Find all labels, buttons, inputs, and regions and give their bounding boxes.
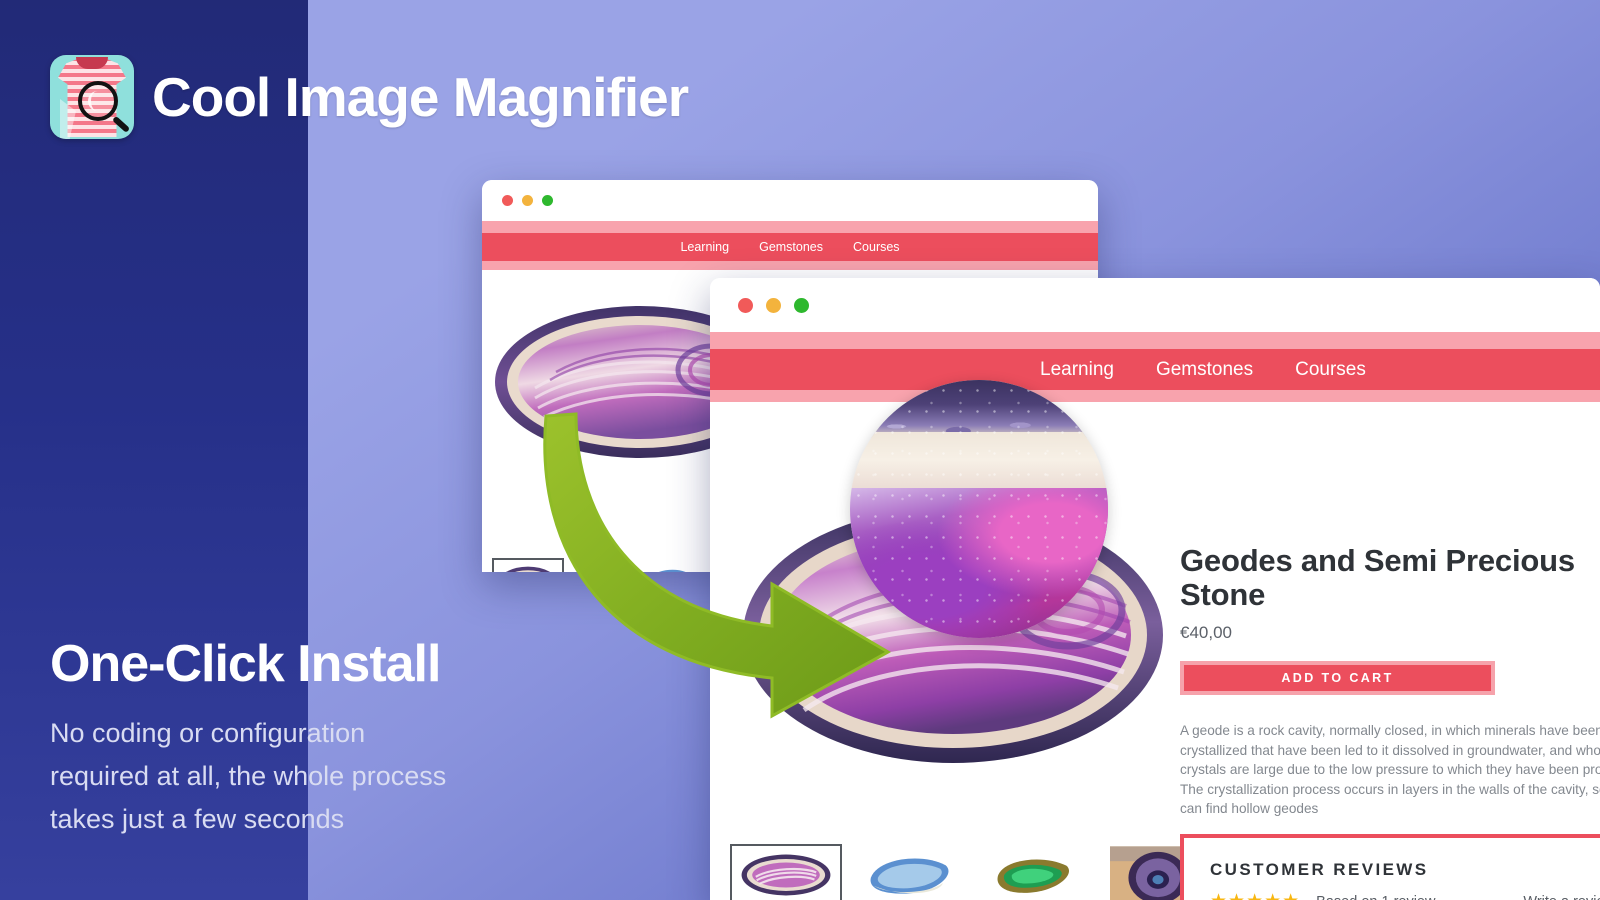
front-thumbnail-blue-agate[interactable] bbox=[854, 844, 966, 900]
minimize-window-button[interactable] bbox=[766, 297, 781, 313]
close-window-button[interactable] bbox=[738, 297, 753, 313]
write-a-review-link[interactable]: Write a review bbox=[1523, 894, 1600, 900]
front-window-navwrap: Learning Gemstones Courses bbox=[710, 332, 1600, 402]
front-window-body: Geodes and Semi Precious Stone €40,00 AD… bbox=[710, 380, 1600, 900]
back-window-titlebar bbox=[482, 180, 1098, 221]
product-price: €40,00 bbox=[1180, 623, 1232, 642]
lens-sparkle-overlay bbox=[850, 380, 1108, 638]
app-title: Cool Image Magnifier bbox=[152, 66, 689, 128]
front-thumbnail-purple-agate[interactable] bbox=[730, 844, 842, 900]
maximize-window-button[interactable] bbox=[542, 195, 553, 206]
back-thumbnail-blue-agate[interactable] bbox=[632, 558, 704, 572]
back-window-navbar: Learning Gemstones Courses bbox=[482, 233, 1098, 261]
subcopy: No coding or configuration required at a… bbox=[50, 718, 447, 834]
customer-reviews-panel: CUSTOMER REVIEWS ★★★★★ Based on 1 review… bbox=[1180, 834, 1600, 900]
reviews-count-label: Based on 1 review bbox=[1316, 894, 1435, 900]
foreground-browser-window: Learning Gemstones Courses Geodes and Se… bbox=[710, 278, 1600, 900]
back-nav-item-learning[interactable]: Learning bbox=[680, 240, 729, 254]
nav-bottom-stripe bbox=[710, 390, 1600, 402]
average-rating-stars: ★★★★★ bbox=[1210, 892, 1300, 900]
maximize-window-button[interactable] bbox=[794, 297, 809, 313]
front-window-titlebar bbox=[710, 278, 1600, 332]
magnifier-lens[interactable] bbox=[850, 380, 1108, 638]
front-window-navbar: Learning Gemstones Courses bbox=[710, 349, 1600, 390]
back-nav-item-courses[interactable]: Courses bbox=[853, 240, 900, 254]
back-window-navwrap: Learning Gemstones Courses bbox=[482, 221, 1098, 270]
customer-reviews-heading: CUSTOMER REVIEWS bbox=[1210, 860, 1429, 879]
headline: One-Click Install bbox=[50, 635, 441, 693]
reviews-summary-row: ★★★★★ Based on 1 review Write a review bbox=[1210, 892, 1600, 900]
brand-lockup: Cool Image Magnifier bbox=[50, 55, 689, 139]
front-thumbnail-gallery bbox=[730, 844, 1214, 900]
front-nav-item-gemstones[interactable]: Gemstones bbox=[1156, 359, 1253, 381]
close-window-button[interactable] bbox=[502, 195, 513, 206]
front-nav-item-learning[interactable]: Learning bbox=[1040, 359, 1114, 381]
product-description: A geode is a rock cavity, normally close… bbox=[1180, 723, 1600, 816]
promo-banner-canvas: Cool Image Magnifier One-Click Install N… bbox=[0, 0, 1600, 900]
front-nav-item-courses[interactable]: Courses bbox=[1295, 359, 1366, 381]
front-thumbnail-green-agate[interactable] bbox=[978, 844, 1090, 900]
magnifying-glass-icon bbox=[78, 81, 118, 121]
add-to-cart-button[interactable]: ADD TO CART bbox=[1180, 661, 1495, 695]
shirt-magnifier-app-icon bbox=[50, 55, 134, 139]
nav-bottom-stripe bbox=[482, 261, 1098, 270]
back-thumbnail-purple-agate[interactable] bbox=[492, 558, 564, 572]
product-info-pane: Geodes and Semi Precious Stone €40,00 AD… bbox=[1180, 544, 1600, 819]
nav-top-stripe bbox=[710, 332, 1600, 349]
product-title: Geodes and Semi Precious Stone bbox=[1180, 543, 1575, 612]
product-image-viewer[interactable] bbox=[720, 380, 1190, 832]
minimize-window-button[interactable] bbox=[522, 195, 533, 206]
back-nav-item-gemstones[interactable]: Gemstones bbox=[759, 240, 823, 254]
nav-top-stripe bbox=[482, 221, 1098, 233]
